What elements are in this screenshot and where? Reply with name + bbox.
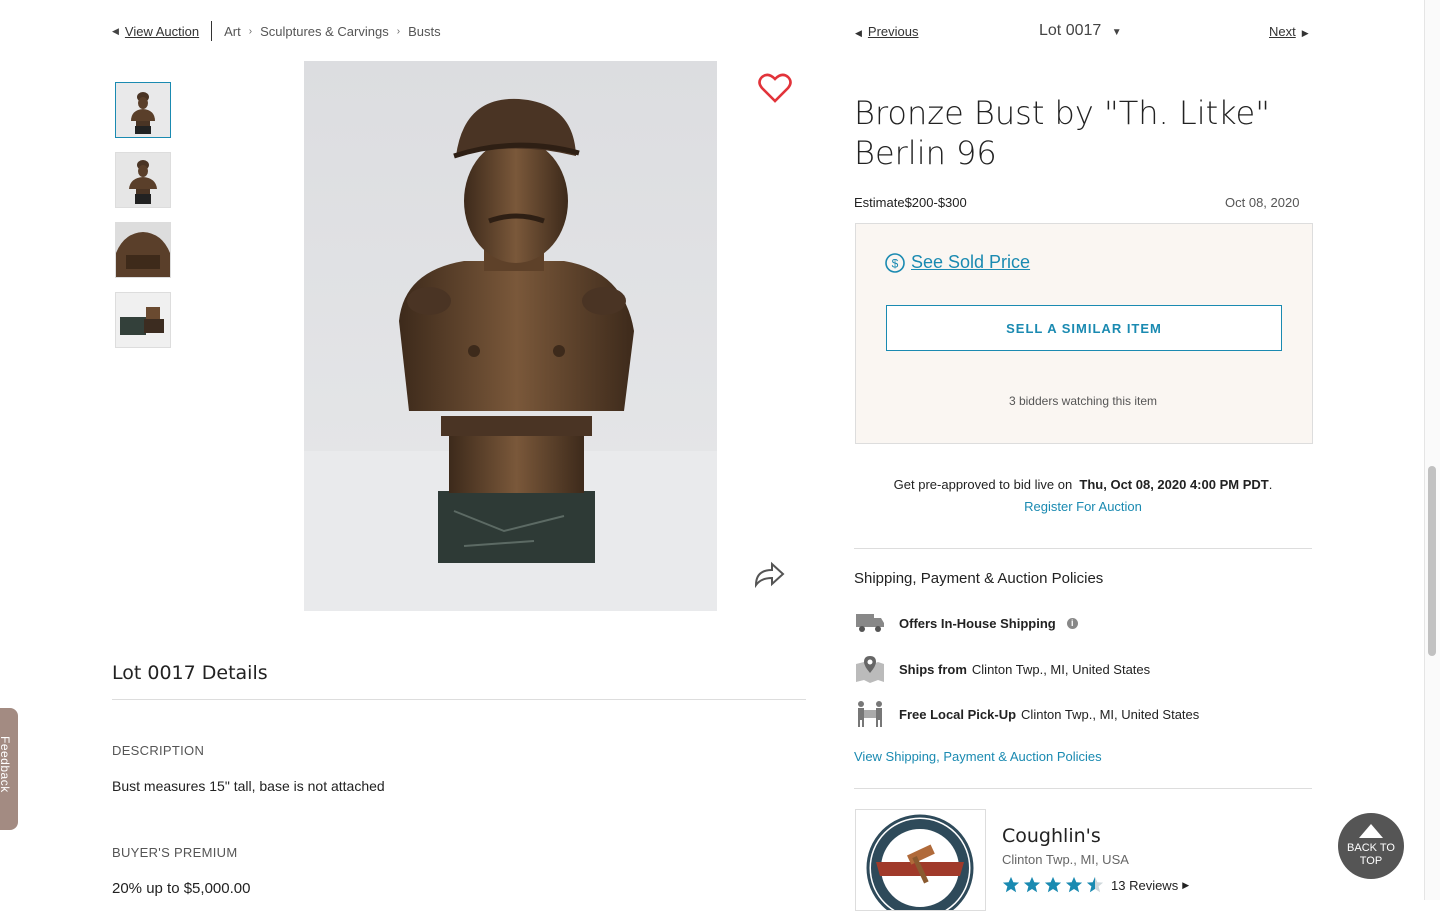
seller-name[interactable]: Coughlin's [1002,825,1101,847]
caret-down-icon: ▼ [1111,27,1122,38]
back-to-top-line2: TOP [1359,855,1383,867]
preapproval-text: Get pre-approved to bid live on Thu, Oct… [855,477,1311,492]
chevron-right-icon: ▶ [1301,28,1309,38]
previous-label: Previous [867,24,919,39]
inhouse-shipping-row: Offers In-House Shipping i [854,608,1078,638]
back-to-top-line1: BACK TO [1347,842,1395,854]
lot-selector-label: Lot 0017 [1039,22,1102,39]
lot-title: Bronze Bust by "Th. Litke" Berlin 96 [854,93,1274,173]
next-label: Next [1269,24,1296,39]
arrow-up-icon [1359,824,1383,838]
sell-similar-item-button[interactable]: SELL A SIMILAR ITEM [886,305,1282,351]
star-icon [1065,876,1083,893]
heart-icon[interactable] [758,72,792,104]
seller-logo[interactable] [855,809,986,911]
lot-title-line2: Berlin 96 [854,134,997,172]
ships-from-value: Clinton Twp., MI, United States [971,661,1151,677]
pickup-people-icon [858,701,882,727]
description-label: DESCRIPTION [112,743,205,758]
star-rating [1002,876,1107,894]
chevron-right-icon: › [396,25,401,37]
chevron-right-icon: ▶ [1182,879,1190,890]
chevron-left-icon: ◀ [855,28,862,38]
truck-icon [856,614,884,632]
breadcrumb: ◀ View Auction Art › Sculptures & Carvin… [112,21,441,41]
reviews-count: 13 Reviews [1111,877,1179,893]
estimate-label: Estimate [854,195,905,210]
lot-details-title: Lot 0017 Details [112,662,268,684]
star-icon [1023,876,1041,893]
share-icon[interactable] [752,558,786,590]
thumbnail-2[interactable] [115,152,171,208]
feedback-label: Feedback [0,736,12,793]
breadcrumb-separator [211,21,213,41]
scrollbar-track[interactable] [1424,0,1440,900]
breadcrumb-sculptures[interactable]: Sculptures & Carvings [260,24,389,39]
divider [854,788,1312,789]
ships-from-row: Ships from Clinton Twp., MI, United State… [854,654,1150,684]
next-lot-link[interactable]: Next ▶ [1269,24,1309,39]
estimate: Estimate$200-$300 [854,195,967,210]
local-pickup-value: Clinton Twp., MI, United States [1021,706,1200,722]
star-icon [1086,876,1104,893]
buyers-premium-label: BUYER'S PREMIUM [112,845,238,860]
feedback-tab[interactable]: Feedback [0,708,18,830]
ships-from-label: Ships from [899,661,967,677]
scrollbar-thumb[interactable] [1428,466,1436,656]
main-lot-image[interactable] [304,61,717,611]
info-icon[interactable]: i [1066,617,1078,629]
shipping-title: Shipping, Payment & Auction Policies [854,570,1104,587]
preapproval-period: . [1268,477,1273,492]
divider [854,548,1312,549]
star-icon [1044,876,1062,893]
breadcrumb-art[interactable]: Art [224,24,241,39]
previous-lot-link[interactable]: ◀ Previous [855,24,919,39]
map-pin-icon [856,656,884,683]
chevron-right-icon: › [248,25,253,37]
description-text: Bust measures 15" tall, base is not atta… [112,778,385,794]
svg-text:$: $ [892,256,899,270]
dollar-circle-icon: $ [885,252,905,273]
buyers-premium-text: 20% up to $5,000.00 [112,880,251,897]
bidders-watching: 3 bidders watching this item [1008,394,1158,408]
inhouse-shipping-label: Offers In-House Shipping [899,615,1056,631]
chevron-left-icon: ◀ [112,25,119,36]
register-for-auction-link[interactable]: Register For Auction [855,499,1311,514]
view-auction-link[interactable]: View Auction [125,24,199,39]
see-sold-price-label: See Sold Price [911,252,1031,272]
sale-date: Oct 08, 2020 [1225,195,1300,210]
preapproval-label: Get pre-approved to bid live on [893,477,1073,492]
star-icon [1002,876,1020,893]
local-pickup-row: Free Local Pick-Up Clinton Twp., MI, Unit… [854,699,1199,729]
thumbnail-4[interactable] [115,292,171,348]
view-policies-link[interactable]: View Shipping, Payment & Auction Policie… [854,749,1102,764]
see-sold-price-link[interactable]: $ See Sold Price [885,252,1030,273]
estimate-value: $200-$300 [904,195,967,210]
seller-rating[interactable]: 13 Reviews ▶ [1002,876,1189,894]
local-pickup-label: Free Local Pick-Up [899,706,1017,722]
divider [112,699,806,700]
breadcrumb-busts[interactable]: Busts [408,24,441,39]
auction-datetime: Thu, Oct 08, 2020 4:00 PM PDT [1079,477,1269,492]
thumbnail-1[interactable] [115,82,171,138]
thumbnail-3[interactable] [115,222,171,278]
lot-title-line1: Bronze Bust by "Th. Litke" [854,94,1270,132]
back-to-top-button[interactable]: BACK TO TOP [1338,813,1404,879]
seller-location: Clinton Twp., MI, USA [1002,852,1129,867]
lot-selector[interactable]: Lot 0017 ▼ [1039,22,1122,40]
